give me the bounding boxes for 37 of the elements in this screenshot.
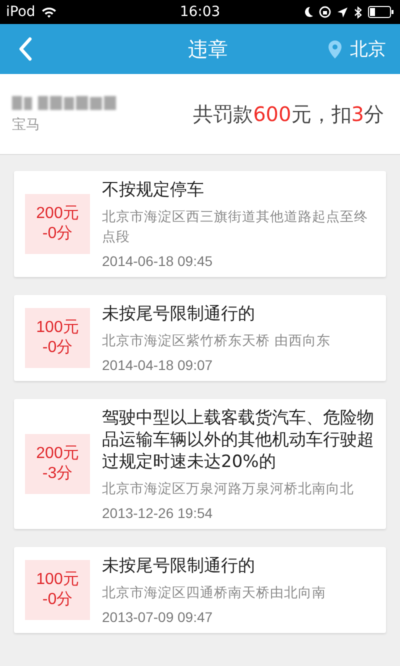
fine-amount: 100元 — [36, 570, 79, 590]
battery-icon — [368, 6, 394, 18]
violation-time: 2014-06-18 09:45 — [102, 253, 214, 269]
violation-title: 未按尾号限制通行的 — [102, 303, 256, 325]
violation-title: 驾驶中型以上载客载货汽车、危险物品运输车辆以外的其他机动车行驶超过规定时速未达20%的 — [102, 407, 375, 473]
page-title: 违章 — [188, 36, 228, 62]
fine-amount: 100元 — [36, 318, 79, 338]
fine-summary: 共罚款600元，扣3分 — [193, 100, 384, 128]
violation-address: 北京市海淀区紫竹桥东天桥 由西向东 — [102, 332, 332, 351]
violation-title: 未按尾号限制通行的 — [102, 555, 256, 577]
violation-address: 北京市海淀区西三旗街道其他道路起点至终点段 — [102, 208, 369, 247]
violation-time: 2013-12-26 19:54 — [102, 505, 214, 521]
wifi-icon — [41, 6, 58, 18]
violation-card[interactable]: 100元 -0分 未按尾号限制通行的 北京市海淀区紫竹桥东天桥 由西向东 2014-04-18 09:07 — [14, 295, 386, 381]
violation-title: 不按规定停车 — [102, 179, 205, 201]
car-model: 宝马 — [12, 116, 41, 134]
violation-time: 2014-04-18 09:07 — [102, 357, 214, 373]
violation-address: 北京市海淀区万泉河路万泉河桥北南向北 — [102, 480, 355, 499]
bluetooth-icon — [354, 6, 362, 18]
status-time: 16:03 — [178, 4, 222, 20]
penalty-points: -0分 — [42, 338, 73, 358]
back-icon — [18, 37, 32, 61]
violation-card[interactable]: 200元 -3分 驾驶中型以上载客载货汽车、危险物品运输车辆以外的其他机动车行驶超过规定时速未达20%的 北京市海淀区万泉河路万泉河桥北南向北 2013-12-26 19:54 — [14, 399, 386, 529]
violation-card[interactable]: 200元 -0分 不按规定停车 北京市海淀区西三旗街道其他道路起点至终点段 2014-06-18 09:45 — [14, 171, 386, 277]
carrier-label: iPod — [6, 4, 36, 20]
violation-time: 2013-07-09 09:47 — [102, 609, 214, 625]
map-pin-icon — [328, 40, 342, 58]
penalty-points: -0分 — [42, 224, 73, 244]
location-arrow-icon — [337, 6, 348, 18]
fine-amount: 200元 — [36, 204, 79, 224]
rotation-lock-icon — [319, 6, 331, 18]
violation-address: 北京市海淀区四通桥南天桥由北向南 — [102, 584, 327, 603]
moon-icon — [303, 6, 313, 18]
fine-amount: 200元 — [36, 444, 79, 464]
violation-card[interactable]: 100元 -0分 未按尾号限制通行的 北京市海淀区四通桥南天桥由北向南 2013-07-09 09:47 — [14, 547, 386, 633]
penalty-points: -3分 — [42, 464, 73, 484]
penalty-points: -0分 — [42, 590, 73, 610]
